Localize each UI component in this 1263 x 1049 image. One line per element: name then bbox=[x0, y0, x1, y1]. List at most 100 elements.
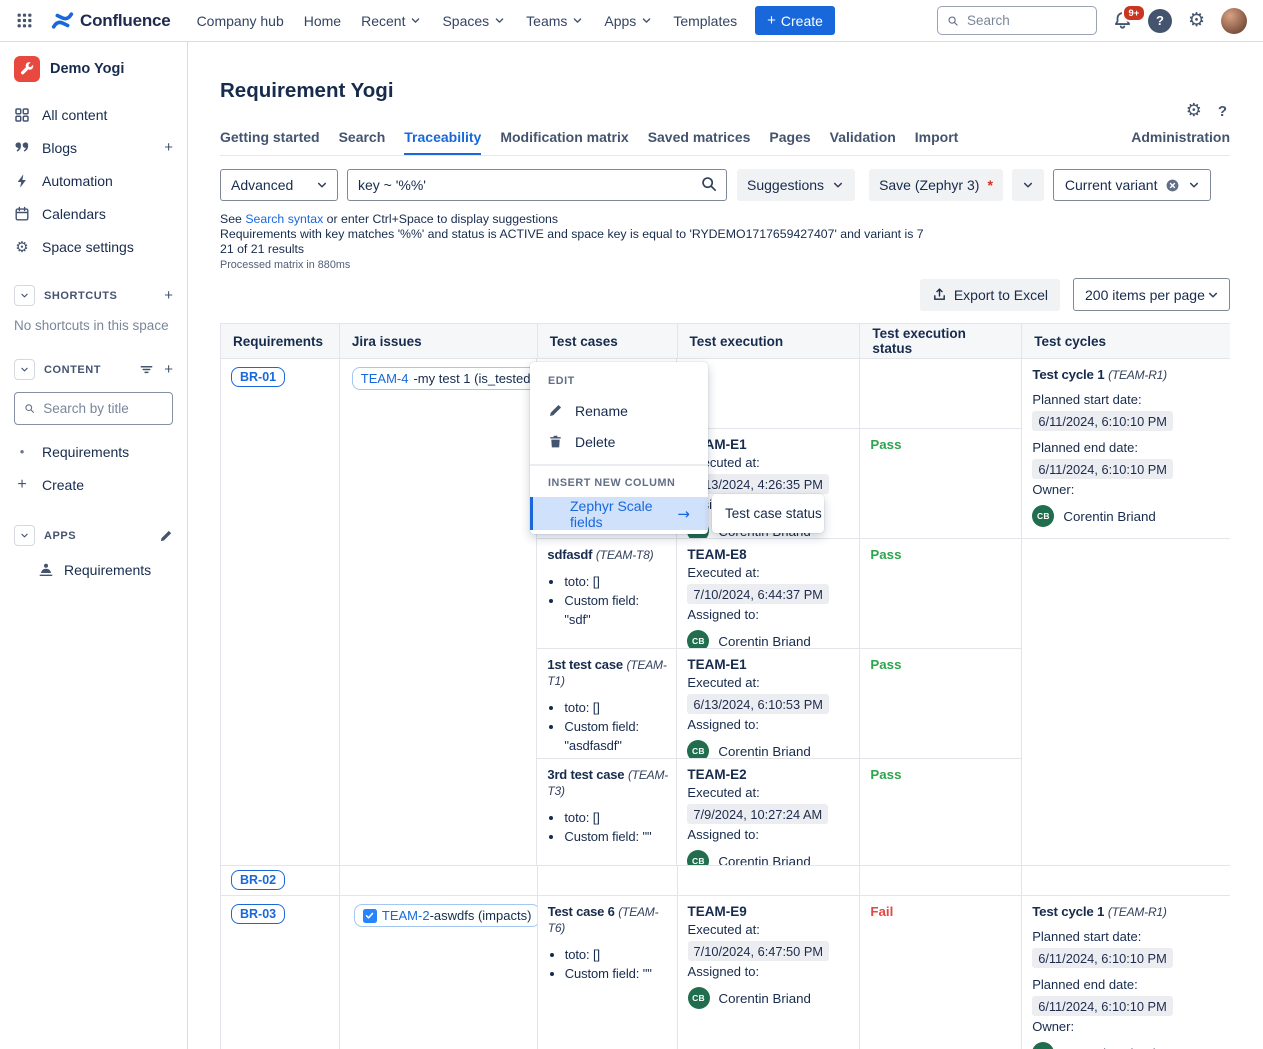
tab-traceability[interactable]: Traceability bbox=[404, 129, 481, 155]
nav-company-hub[interactable]: Company hub bbox=[197, 13, 284, 29]
nav-templates[interactable]: Templates bbox=[673, 13, 737, 29]
chevron-down-icon bbox=[409, 14, 422, 27]
variant-select[interactable]: Current variant bbox=[1053, 169, 1211, 201]
nav-home[interactable]: Home bbox=[304, 13, 341, 29]
create-button[interactable]: + Create bbox=[755, 6, 835, 35]
table-row-group-br01: BR-01 TEAM-4-my test 1 (is_tested_by) bbox=[221, 359, 1230, 866]
nav-recent[interactable]: Recent bbox=[361, 13, 422, 29]
jira-issue-chip[interactable]: TEAM-4-my test 1 (is_tested_by) bbox=[352, 367, 538, 390]
jira-issues-cell bbox=[340, 866, 538, 895]
submenu-item-test-case-status[interactable]: Test case status bbox=[712, 494, 824, 533]
chevron-down-icon bbox=[640, 14, 653, 27]
add-content-plus-icon[interactable]: + bbox=[164, 361, 173, 378]
settings-gear-icon[interactable]: ⚙ bbox=[1188, 11, 1205, 30]
tab-administration[interactable]: Administration bbox=[1131, 129, 1230, 155]
quote-icon bbox=[14, 140, 30, 156]
table-row-group-br03: BR-03 TEAM-2-aswdfs (impacts) Test case … bbox=[221, 896, 1230, 1049]
add-blog-plus-icon[interactable]: + bbox=[164, 139, 173, 156]
executed-at-chip: 6/13/2024, 4:26:35 PM bbox=[687, 474, 829, 494]
run-search-icon[interactable] bbox=[700, 175, 718, 196]
filter-icon[interactable] bbox=[139, 362, 154, 377]
table-row-group-br02: BR-02 bbox=[221, 866, 1230, 896]
content-search[interactable] bbox=[14, 392, 173, 425]
menu-item-rename[interactable]: Rename bbox=[530, 395, 708, 426]
lightning-icon bbox=[14, 173, 30, 189]
app-settings-gear-icon[interactable]: ⚙ bbox=[1186, 102, 1202, 120]
trash-icon bbox=[548, 434, 563, 449]
search-mode-select[interactable]: Advanced bbox=[220, 169, 338, 201]
nav-spaces[interactable]: Spaces bbox=[442, 13, 506, 29]
suggestions-button[interactable]: Suggestions bbox=[737, 169, 855, 201]
sidebar-item-create-page[interactable]: + Create bbox=[14, 468, 173, 501]
status-badge: Pass bbox=[870, 657, 901, 672]
jira-issue-chip[interactable]: TEAM-2-aswdfs (impacts) bbox=[354, 904, 538, 927]
planned-start-chip: 6/11/2024, 6:10:10 PM bbox=[1032, 948, 1173, 968]
save-options-button[interactable] bbox=[1012, 169, 1044, 201]
main-content: Requirement Yogi ⚙ ? Getting started Sea… bbox=[188, 42, 1263, 1049]
global-search-input[interactable] bbox=[967, 13, 1087, 28]
content-section-header: CONTENT + bbox=[14, 359, 173, 380]
content-search-input[interactable] bbox=[43, 401, 163, 416]
tab-pages[interactable]: Pages bbox=[769, 129, 810, 155]
requirement-key-lozenge[interactable]: BR-01 bbox=[231, 367, 285, 387]
confluence-logo[interactable]: Confluence bbox=[51, 9, 171, 32]
query-input[interactable] bbox=[358, 177, 700, 193]
notifications-bell-icon[interactable]: 9+ bbox=[1113, 11, 1132, 30]
sidebar-item-automation[interactable]: Automation bbox=[14, 164, 173, 197]
app-help-icon[interactable]: ? bbox=[1218, 103, 1227, 120]
nav-teams[interactable]: Teams bbox=[526, 13, 584, 29]
collapse-content-chevron[interactable] bbox=[14, 359, 35, 380]
edit-pencil-icon[interactable] bbox=[159, 529, 173, 543]
tab-import[interactable]: Import bbox=[915, 129, 959, 155]
test-case-cell bbox=[538, 866, 678, 895]
sidebar-item-blogs[interactable]: Blogs + bbox=[14, 131, 173, 164]
requirement-key-lozenge[interactable]: BR-03 bbox=[231, 904, 285, 924]
nav-apps[interactable]: Apps bbox=[604, 13, 653, 29]
test-case-cell: 1st test case (TEAM-T1) toto: []Custom f… bbox=[537, 649, 677, 758]
menu-item-zephyr-scale-fields[interactable]: Zephyr Scale fields → bbox=[530, 497, 708, 530]
sidebar-item-requirements-page[interactable]: • Requirements bbox=[14, 435, 173, 468]
collapse-apps-chevron[interactable] bbox=[14, 525, 35, 546]
collapse-shortcuts-chevron[interactable] bbox=[14, 285, 35, 306]
requirement-cell: BR-03 bbox=[221, 896, 340, 1049]
global-search[interactable] bbox=[937, 6, 1097, 35]
planned-end-chip: 6/11/2024, 6:10:10 PM bbox=[1032, 996, 1173, 1016]
app-switcher-icon[interactable] bbox=[16, 12, 33, 29]
tab-saved-matrices[interactable]: Saved matrices bbox=[648, 129, 751, 155]
sidebar-app-requirements[interactable]: Requirements bbox=[14, 554, 173, 586]
shortcuts-empty-note: No shortcuts in this space bbox=[14, 318, 173, 333]
tab-validation[interactable]: Validation bbox=[830, 129, 896, 155]
test-execution-status-cell: Fail bbox=[860, 896, 1022, 1049]
jira-issue-link[interactable]: TEAM-4 bbox=[361, 371, 409, 386]
tab-modification-matrix[interactable]: Modification matrix bbox=[500, 129, 628, 155]
chevron-down-icon bbox=[831, 178, 845, 192]
help-icon[interactable]: ? bbox=[1148, 9, 1172, 33]
sidebar-item-all-content[interactable]: All content bbox=[14, 98, 173, 131]
page-actions: ⚙ ? bbox=[1186, 102, 1227, 120]
save-matrix-button[interactable]: Save (Zephyr 3) * bbox=[869, 169, 1003, 201]
search-syntax-link[interactable]: Search syntax bbox=[245, 212, 323, 226]
add-shortcut-plus-icon[interactable]: + bbox=[164, 287, 173, 304]
clear-variant-icon[interactable] bbox=[1165, 178, 1180, 193]
sidebar-item-space-settings[interactable]: ⚙ Space settings bbox=[14, 230, 173, 263]
menu-section-edit: EDIT bbox=[530, 372, 708, 395]
avatar: CB bbox=[1032, 1042, 1054, 1049]
test-execution-cell: TEAM-E1 Executed at: 6/13/2024, 6:10:53 … bbox=[677, 649, 860, 758]
col-header-test-cases: Test cases bbox=[538, 324, 678, 358]
global-nav: Company hub Home Recent Spaces Teams App… bbox=[197, 13, 738, 29]
requirement-key-lozenge[interactable]: BR-02 bbox=[231, 870, 285, 890]
space-header[interactable]: Demo Yogi bbox=[14, 56, 173, 82]
column-context-menu: EDIT Rename Delete INSERT NEW COLUMN Zep… bbox=[530, 362, 708, 534]
user-avatar[interactable] bbox=[1221, 8, 1247, 34]
confluence-app-window: Confluence Company hub Home Recent Space… bbox=[0, 0, 1263, 1049]
tab-getting-started[interactable]: Getting started bbox=[220, 129, 320, 155]
test-cycle-cell: Test cycle 1 (TEAM-R1) Planned start dat… bbox=[1022, 359, 1230, 539]
sidebar-item-calendars[interactable]: Calendars bbox=[14, 197, 173, 230]
export-to-excel-button[interactable]: Export to Excel bbox=[920, 279, 1060, 311]
space-logo-wrench-icon bbox=[14, 56, 40, 82]
arrow-right-icon: → bbox=[677, 505, 690, 523]
items-per-page-select[interactable]: 200 items per page bbox=[1073, 278, 1230, 311]
jira-issue-link[interactable]: TEAM-2 bbox=[382, 908, 430, 923]
menu-item-delete[interactable]: Delete bbox=[530, 426, 708, 457]
tab-search[interactable]: Search bbox=[339, 129, 386, 155]
